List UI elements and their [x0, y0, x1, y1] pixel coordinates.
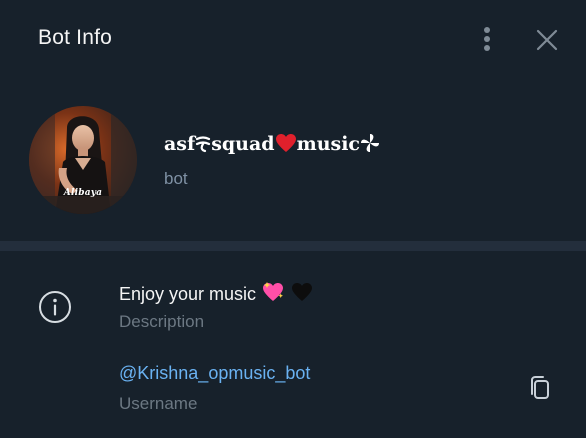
sparkling-heart-icon: [263, 282, 284, 301]
bot-name-part-2: squad: [211, 133, 275, 155]
description-label: Description: [119, 312, 205, 331]
description-text: Enjoy your music: [119, 284, 257, 304]
username-label: Username: [119, 394, 198, 413]
red-heart-icon: [275, 134, 296, 152]
pinwheel-glyph-icon: [361, 134, 379, 152]
info-icon: [39, 291, 71, 323]
bot-profile: Alibaya asf squad music bot: [0, 96, 586, 236]
bot-name-part-3: music: [296, 133, 360, 155]
bot-name: asf squad music: [164, 133, 380, 155]
description-value: Enjoy your music: [119, 281, 314, 305]
vertical-dots-icon: [484, 27, 490, 51]
avatar[interactable]: Alibaya: [29, 106, 137, 214]
bot-info-dialog: Bot Info Alibaya asf squad music bot Enj…: [0, 0, 586, 438]
black-heart-icon: [292, 283, 313, 301]
close-button[interactable]: [531, 24, 563, 56]
copy-icon: [531, 376, 549, 399]
more-options-button[interactable]: [472, 22, 502, 56]
bot-subtitle: bot: [164, 169, 188, 188]
dialog-title: Bot Info: [38, 26, 112, 49]
username-link[interactable]: @Krishna_opmusic_bot: [119, 363, 310, 384]
copy-username-button[interactable]: [524, 372, 556, 404]
bot-name-part-1: asf: [164, 133, 196, 155]
section-divider: [0, 241, 586, 251]
sparkle-glyph-icon: [196, 136, 211, 153]
avatar-caption: Alibaya: [63, 188, 103, 198]
close-icon: [536, 29, 558, 51]
dialog-header: Bot Info: [0, 0, 586, 80]
